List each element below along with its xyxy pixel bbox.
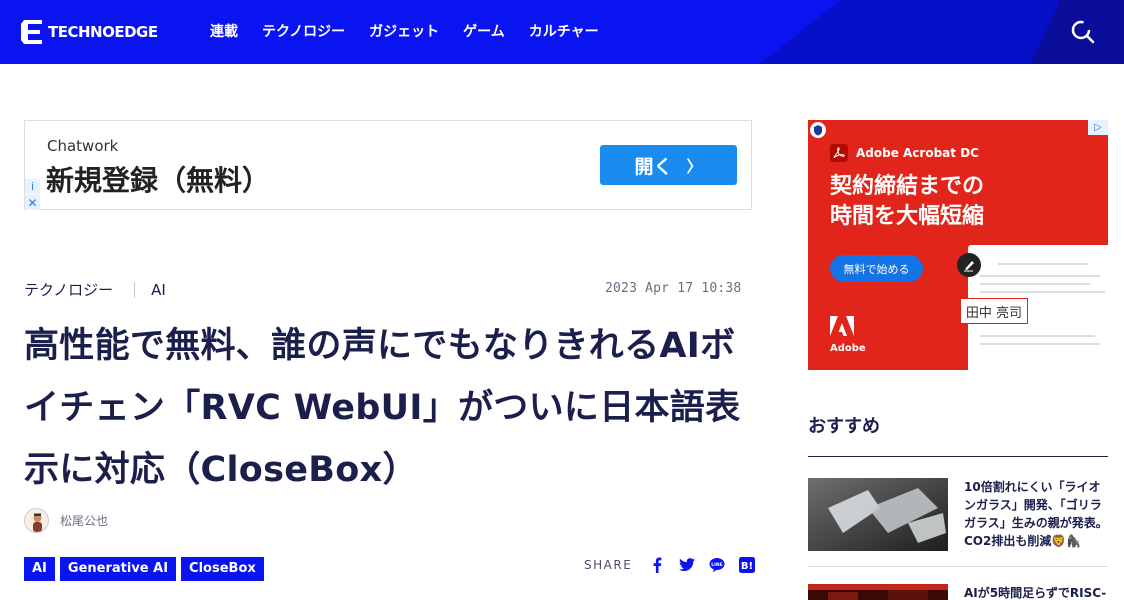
adobe-logo: Adobe: [830, 316, 866, 354]
header-decoration: [760, 0, 1124, 64]
tag-generative-ai[interactable]: Generative AI: [59, 557, 177, 581]
share-bar: SHARE LINE B!: [584, 557, 769, 573]
acrobat-icon: [830, 144, 848, 162]
article-title: 高性能で無料、誰の声にでもなりきれるAIボイチェン「RVC WebUI」がついに…: [24, 326, 741, 490]
tag-list: AI Generative AI CloseBox: [24, 557, 264, 581]
category-divider: [134, 281, 136, 298]
chevron-right-icon: 〉: [686, 157, 703, 176]
tag-ai[interactable]: AI: [24, 557, 55, 581]
author-name: 松尾公也: [60, 514, 109, 528]
logo-text: TECHNOEDGE: [48, 23, 158, 41]
recommend-heading: おすすめ: [808, 416, 880, 437]
ad-brand: Chatwork: [47, 137, 119, 155]
search-icon: [1071, 20, 1095, 44]
ad-headline: 新規登録（無料）: [46, 164, 271, 197]
side-ad[interactable]: ▷ Adobe Acrobat DC 契約締結までの 時間を大幅短縮 無料で始め…: [808, 120, 1108, 370]
line-icon[interactable]: LINE: [709, 557, 725, 573]
side-ad-cta-button[interactable]: 無料で始める: [830, 255, 923, 282]
avatar: [24, 508, 49, 533]
nav-item-technology[interactable]: テクノロジー: [262, 21, 345, 41]
ad-banner[interactable]: Chatwork 新規登録（無料） 開く 〉 i ✕: [24, 120, 752, 210]
share-label: SHARE: [584, 558, 633, 572]
logo-mark-icon: [20, 18, 44, 46]
ad-choices-badge-icon: [810, 122, 826, 138]
recommend-thumbnail: [808, 478, 948, 551]
main-nav: 連載 テクノロジー ガジェット ゲーム カルチャー: [210, 21, 623, 41]
category-row: テクノロジー AI: [24, 279, 166, 300]
search-button[interactable]: [1070, 19, 1096, 45]
subcategory-link[interactable]: AI: [151, 281, 166, 299]
site-header: TECHNOEDGE 連載 テクノロジー ガジェット ゲーム カルチャー: [0, 0, 1124, 64]
pen-icon: [957, 253, 981, 277]
publish-date: 2023 Apr 17 10:38: [605, 281, 742, 296]
acrobat-logo-row: Adobe Acrobat DC: [830, 144, 979, 162]
nav-item-gadget[interactable]: ガジェット: [369, 21, 439, 41]
ad-open-label: 開く: [634, 155, 673, 178]
adobe-label: Adobe: [830, 343, 866, 354]
recommend-item[interactable]: 10倍割れにくい「ライオンガラス」開発、「ゴリラガラス」生みの親が発表。CO2排…: [808, 478, 1108, 558]
ad-close-icon[interactable]: ✕: [25, 195, 40, 210]
hatena-bookmark-icon[interactable]: B!: [739, 557, 756, 573]
ad-info-icon[interactable]: i: [25, 179, 40, 194]
side-ad-headline: 契約締結までの 時間を大幅短縮: [830, 172, 984, 232]
nav-item-culture[interactable]: カルチャー: [529, 21, 599, 41]
ad-choices-icon[interactable]: ▷: [1088, 120, 1108, 135]
side-ad-headline-line2: 時間を大幅短縮: [830, 204, 985, 229]
side-ad-headline-line1: 契約締結までの: [830, 174, 985, 199]
site-logo[interactable]: TECHNOEDGE: [20, 17, 158, 47]
side-ad-brand: Adobe Acrobat DC: [856, 146, 979, 160]
adobe-icon: [830, 316, 854, 336]
recommend-divider: [808, 456, 1108, 457]
recommend-title: AIが5時間足らずでRISC-: [964, 586, 1107, 600]
author-link[interactable]: 松尾公也: [24, 508, 108, 533]
nav-item-serial[interactable]: 連載: [210, 21, 238, 41]
facebook-icon[interactable]: [649, 557, 665, 573]
recommend-thumbnail: [808, 584, 948, 600]
svg-text:LINE: LINE: [712, 562, 723, 568]
twitter-icon[interactable]: [679, 557, 696, 573]
tag-closebox[interactable]: CloseBox: [181, 557, 264, 581]
category-link[interactable]: テクノロジー: [24, 279, 113, 300]
recommend-title: 10倍割れにくい「ライオンガラス」開発、「ゴリラガラス」生みの親が発表。CO2排…: [964, 480, 1108, 548]
signature-field: 田中 亮司: [960, 298, 1028, 324]
nav-item-game[interactable]: ゲーム: [463, 21, 505, 41]
svg-text:B!: B!: [741, 561, 753, 572]
recommend-item[interactable]: AIが5時間足らずでRISC-: [808, 584, 1108, 600]
ad-open-button[interactable]: 開く 〉: [600, 145, 737, 185]
recommend-item-divider: [808, 566, 1108, 567]
